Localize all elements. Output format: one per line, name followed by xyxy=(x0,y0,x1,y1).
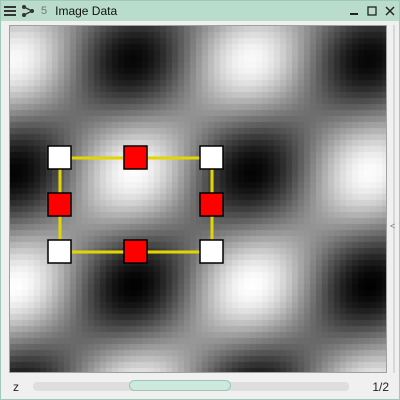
page-indicator: 1/2 xyxy=(372,380,389,394)
side-panel-handle[interactable]: < xyxy=(390,25,399,373)
maximize-icon[interactable] xyxy=(363,1,381,21)
share-icon[interactable] xyxy=(19,1,37,21)
window-title: Image Data xyxy=(55,4,118,18)
dimension-slider-bar: z 1/2 xyxy=(1,375,399,399)
roi-handle-top-mid[interactable] xyxy=(123,145,148,170)
roi-handle-mid-right[interactable] xyxy=(199,192,224,217)
roi-handle-bottom-right[interactable] xyxy=(199,239,224,264)
roi-handle-top-right[interactable] xyxy=(199,145,224,170)
z-axis-label: z xyxy=(13,380,19,394)
close-icon[interactable] xyxy=(381,1,399,21)
z-slider-thumb[interactable] xyxy=(129,380,232,391)
window-number: 5 xyxy=(41,5,48,17)
chevron-left-icon[interactable]: < xyxy=(390,221,395,231)
image-canvas[interactable] xyxy=(9,25,387,373)
side-rail xyxy=(393,25,395,373)
roi-handle-bottom-left[interactable] xyxy=(47,239,72,264)
roi-overlay[interactable] xyxy=(10,26,387,373)
title-bar: 5 Image Data xyxy=(1,1,399,21)
roi-edges xyxy=(58,156,214,254)
roi-handle-top-left[interactable] xyxy=(47,145,72,170)
image-data-window: 5 Image Data < z 1/2 xyxy=(0,0,400,400)
roi-handle-bottom-mid[interactable] xyxy=(123,239,148,264)
minimize-icon[interactable] xyxy=(345,1,363,21)
menu-icon[interactable] xyxy=(1,1,19,21)
roi-handle-mid-left[interactable] xyxy=(47,192,72,217)
